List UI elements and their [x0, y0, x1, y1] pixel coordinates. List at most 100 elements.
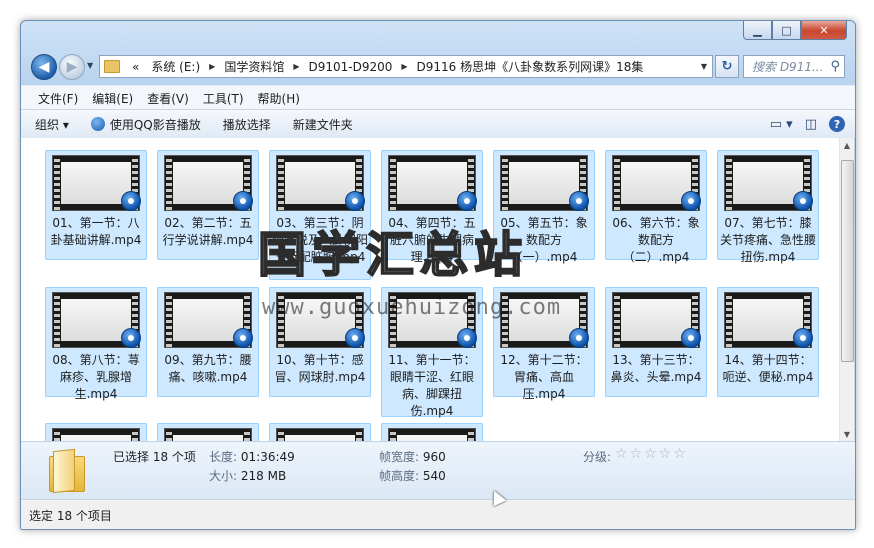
maximize-button[interactable]: □ [772, 21, 801, 40]
file-name: 02、第二节：五行学说讲解.mp4 [162, 216, 254, 247]
file-item[interactable]: 08、第八节：荨麻疹、乳腺增生.mp4 [45, 287, 147, 401]
scrollbar-thumb[interactable] [841, 160, 854, 362]
forward-button[interactable]: ▶ [59, 54, 85, 80]
qq-player-icon [569, 328, 589, 348]
details-pane: 已选择 18 个项 长度: 01:36:49 大小: 218 MB 帧宽度: 9… [21, 441, 855, 500]
preview-pane-icon[interactable]: ◫ [805, 117, 817, 132]
new-folder-label: 新建文件夹 [292, 117, 353, 132]
qq-play-button[interactable]: 使用QQ影音播放 [90, 116, 201, 133]
menu-file[interactable]: 文件(F) [31, 90, 85, 107]
file-name: 07、第七节：膝关节疼痛、急性腰扭伤.mp4 [720, 216, 817, 264]
watermark-title: 国学汇总站 [257, 226, 529, 284]
breadcrumb-separator-icon[interactable]: ▶ [206, 62, 218, 71]
breadcrumb-folder[interactable]: D9101-D9200 [302, 60, 398, 74]
play-selection-button[interactable]: 播放选择 [223, 116, 271, 133]
qq-player-icon [681, 191, 701, 211]
address-bar[interactable]: « 系统 (E:) ▶ 国学资料馆 ▶ D9101-D9200 ▶ D9116 … [99, 55, 713, 78]
qq-player-icon [233, 328, 253, 348]
menu-tools[interactable]: 工具(T) [196, 90, 251, 107]
back-button[interactable]: ◀ [31, 54, 57, 80]
refresh-icon[interactable]: ↻ [715, 55, 739, 78]
qq-player-icon [793, 328, 813, 348]
rating-stars[interactable]: ☆☆☆☆☆ [615, 446, 688, 462]
status-text: 选定 18 个项目 [29, 508, 112, 523]
new-folder-button[interactable]: 新建文件夹 [293, 116, 353, 133]
file-name: 11、第十一节：眼睛干涩、红眼病、脚踝扭伤.mp4 [388, 353, 476, 418]
breadcrumb-drive[interactable]: 系统 (E:) [145, 58, 206, 75]
recent-pages-dropdown[interactable]: ▼ [87, 61, 93, 70]
vertical-scrollbar[interactable]: ▲ ▼ [839, 138, 854, 441]
address-dropdown-icon[interactable]: ▼ [701, 62, 707, 71]
file-item[interactable] [269, 423, 371, 441]
organize-label: 组织 ▾ [35, 117, 69, 132]
frame-width-label: 帧宽度: [379, 450, 420, 464]
menu-help[interactable]: 帮助(H) [251, 90, 307, 107]
status-bar: 选定 18 个项目 [21, 499, 855, 529]
search-placeholder: 搜索 D911... [752, 60, 824, 74]
navigation-bar: ◀ ▶ ▼ « 系统 (E:) ▶ 国学资料馆 ▶ D9101-D9200 ▶ … [21, 51, 855, 81]
breadcrumb-separator-icon[interactable]: ▶ [398, 62, 410, 71]
breadcrumb-folder[interactable]: 国学资料馆 [218, 58, 290, 75]
watermark-url: www.guoxuehuizong.com [262, 295, 562, 320]
video-thumbnail-icon [164, 428, 252, 441]
minimize-button[interactable]: ▁ [743, 21, 772, 40]
search-input[interactable]: 搜索 D911... ⚲ [743, 55, 845, 78]
video-thumbnail-icon [52, 428, 140, 441]
file-name: 08、第八节：荨麻疹、乳腺增生.mp4 [52, 353, 140, 401]
file-name: 10、第十节：感冒、网球肘.mp4 [274, 353, 366, 384]
qq-player-icon [457, 328, 477, 348]
video-thumbnail-icon [276, 428, 364, 441]
folder-icon [49, 448, 85, 494]
breadcrumb-overflow[interactable]: « [126, 60, 145, 74]
qq-player-icon [90, 117, 105, 131]
file-name: 12、第十二节：胃痛、高血压.mp4 [500, 353, 588, 401]
file-item[interactable] [381, 423, 483, 441]
file-item[interactable]: 14、第十四节：呃逆、便秘.mp4 [717, 287, 819, 397]
selected-count: 已选择 18 个项 [113, 450, 196, 464]
change-view-icon[interactable]: ▭ ▾ [770, 117, 793, 132]
file-item[interactable]: 06、第六节：象数配方（二）.mp4 [605, 150, 707, 264]
qq-player-icon [569, 191, 589, 211]
file-list: 01、第一节：八卦基础讲解.mp4 02、第二节：五行学说讲解.mp4 03、第三节… [21, 138, 839, 441]
qq-player-icon [793, 191, 813, 211]
file-name: 06、第六节：象数配方（二）.mp4 [612, 216, 700, 264]
scroll-down-icon[interactable]: ▼ [840, 427, 854, 441]
folder-icon [104, 60, 120, 73]
size-label: 大小: [209, 469, 238, 483]
file-name: 01、第一节：八卦基础讲解.mp4 [50, 216, 142, 247]
command-bar: 组织 ▾ 使用QQ影音播放 播放选择 新建文件夹 ▭ ▾ ◫ ? [21, 109, 855, 139]
file-item[interactable] [45, 423, 147, 441]
play-selection-label: 播放选择 [222, 117, 271, 132]
rating-label: 分级: [583, 450, 612, 464]
breadcrumb-current[interactable]: D9116 杨思坤《八卦象数系列网课》18集 [411, 58, 650, 75]
file-item[interactable] [157, 423, 259, 441]
file-item[interactable]: 01、第一节：八卦基础讲解.mp4 [45, 150, 147, 260]
menu-view[interactable]: 查看(V) [140, 90, 196, 107]
frame-height-label: 帧高度: [379, 469, 420, 483]
file-item[interactable]: 02、第二节：五行学说讲解.mp4 [157, 150, 259, 260]
video-thumbnail-icon [388, 428, 476, 441]
qq-player-icon [345, 328, 365, 348]
breadcrumb-separator-icon[interactable]: ▶ [290, 62, 302, 71]
qq-player-icon [681, 328, 701, 348]
menu-edit[interactable]: 编辑(E) [85, 90, 140, 107]
search-icon[interactable]: ⚲ [830, 59, 840, 74]
organize-button[interactable]: 组织 ▾ [35, 116, 69, 133]
qq-play-label: 使用QQ影音播放 [109, 117, 201, 132]
qq-player-icon [233, 191, 253, 211]
close-button[interactable]: ✕ [801, 21, 847, 40]
help-icon[interactable]: ? [829, 116, 845, 132]
length-label: 长度: [209, 450, 238, 464]
file-item[interactable]: 13、第十三节：鼻炎、头晕.mp4 [605, 287, 707, 397]
frame-width-value: 960 [422, 450, 446, 464]
menu-bar: 文件(F) 编辑(E) 查看(V) 工具(T) 帮助(H) [21, 85, 855, 110]
qq-player-icon [345, 191, 365, 211]
title-bar: ▁ □ ✕ [21, 21, 855, 51]
file-item[interactable]: 09、第九节：腰痛、咳嗽.mp4 [157, 287, 259, 397]
qq-player-icon [457, 191, 477, 211]
file-name: 13、第十三节：鼻炎、头晕.mp4 [610, 353, 702, 384]
scroll-up-icon[interactable]: ▲ [840, 138, 854, 152]
frame-height-value: 540 [422, 469, 446, 483]
file-item[interactable]: 07、第七节：膝关节疼痛、急性腰扭伤.mp4 [717, 150, 819, 264]
file-name: 09、第九节：腰痛、咳嗽.mp4 [164, 353, 252, 384]
